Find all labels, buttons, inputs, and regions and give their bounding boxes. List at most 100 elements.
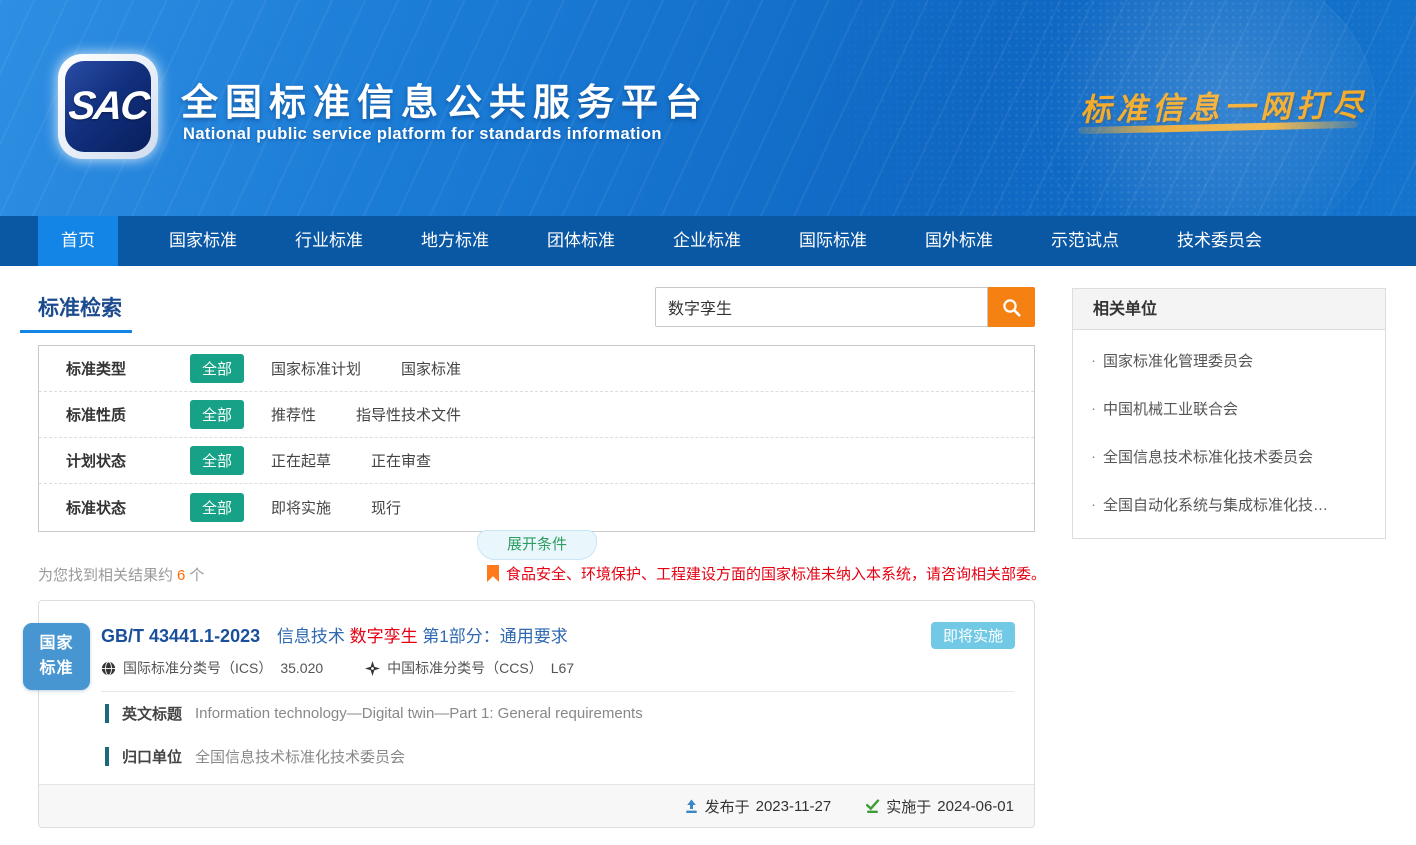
search-input[interactable]: [655, 287, 988, 327]
filter-label: 标准类型: [66, 358, 158, 379]
filter-option[interactable]: 正在起草: [271, 450, 331, 471]
search-icon: [1001, 297, 1022, 318]
english-title-label: 英文标题: [122, 703, 182, 724]
classification-row: 国际标准分类号（ICS） 35.020 中国标准分类号（CCS） L67: [101, 658, 616, 678]
filter-option[interactable]: 推荐性: [271, 404, 316, 425]
card-divider: [101, 691, 1014, 692]
filter-option[interactable]: 现行: [371, 497, 401, 518]
sac-logo[interactable]: SAC: [58, 54, 158, 159]
filter-row-standard-nature: 标准性质 全部 推荐性 指导性技术文件: [39, 392, 1034, 438]
nav-item-home[interactable]: 首页: [38, 216, 118, 266]
result-count: 6: [173, 567, 189, 584]
ics-group: 国际标准分类号（ICS） 35.020: [101, 658, 323, 678]
committee-label: 归口单位: [122, 746, 182, 767]
nav-item-enterprise-standards[interactable]: 企业标准: [644, 216, 770, 266]
filter-option[interactable]: 正在审查: [371, 450, 431, 471]
main-navbar: 首页 国家标准 行业标准 地方标准 团体标准 企业标准 国际标准 国外标准 示范…: [0, 216, 1416, 266]
filter-selected-badge[interactable]: 全部: [190, 446, 244, 475]
filter-label: 标准性质: [66, 404, 158, 425]
bookmark-icon: [487, 565, 499, 582]
filter-option[interactable]: 即将实施: [271, 497, 331, 518]
notice-text: 食品安全、环境保护、工程建设方面的国家标准未纳入本系统，请咨询相关部委。: [506, 563, 1046, 584]
field-accent-bar: [105, 747, 109, 766]
related-units-title: 相关单位: [1073, 289, 1385, 330]
implement-check-icon: [865, 799, 880, 814]
nav-item-technical-committee[interactable]: 技术委员会: [1148, 216, 1291, 266]
slogan-underline: [1078, 121, 1358, 134]
filter-panel: 标准类型 全部 国家标准计划 国家标准 标准性质 全部 推荐性 指导性技术文件 …: [38, 345, 1035, 532]
result-summary-prefix: 为您找到相关结果约: [38, 567, 173, 584]
standard-title-highlight: 数字孪生: [350, 627, 418, 646]
sidebar-item-it-standardization-committee[interactable]: · 全国信息技术标准化技术委员会: [1091, 432, 1367, 480]
search-button[interactable]: [988, 287, 1035, 327]
implemented-label: 实施于: [886, 796, 931, 817]
sidebar-item-machinery-federation[interactable]: · 中国机械工业联合会: [1091, 384, 1367, 432]
filter-option[interactable]: 国家标准: [401, 358, 461, 379]
filter-option[interactable]: 国家标准计划: [271, 358, 361, 379]
ccs-value: L67: [551, 660, 574, 676]
english-title-row: 英文标题 Information technology—Digital twin…: [105, 703, 643, 724]
related-units-panel: 相关单位 · 国家标准化管理委员会 · 中国机械工业联合会 · 全国信息技术标准化技术…: [1072, 288, 1386, 539]
badge-line2: 标准: [23, 657, 90, 682]
site-title: 全国标准信息公共服务平台: [181, 72, 709, 126]
published-label: 发布于: [705, 796, 750, 817]
filter-row-plan-status: 计划状态 全部 正在起草 正在审查: [39, 438, 1034, 484]
sidebar-item-sac[interactable]: · 国家标准化管理委员会: [1091, 336, 1367, 384]
status-badge: 即将实施: [931, 622, 1015, 649]
card-footer: 发布于 2023-11-27 实施于 2024-06-01: [39, 784, 1034, 827]
main-content: 标准检索 标准类型 全部 国家标准计划 国家标准 标准性质 全部 推荐性 指导性…: [0, 266, 1416, 845]
filter-selected-badge[interactable]: 全部: [190, 354, 244, 383]
nav-item-national-standards[interactable]: 国家标准: [140, 216, 266, 266]
national-standard-badge: 国家 标准: [23, 623, 90, 690]
nav-item-foreign-standards[interactable]: 国外标准: [896, 216, 1022, 266]
filter-selected-badge[interactable]: 全部: [190, 400, 244, 429]
english-title-value: Information technology—Digital twin—Part…: [195, 705, 643, 722]
page-title: 标准检索: [38, 292, 122, 322]
globe-icon: [101, 661, 116, 676]
sidebar-item-automation-systems-committee[interactable]: ·全国自动化系统与集成标准化技…: [1091, 480, 1367, 528]
header-slogan: 标准信息一网打尽: [1080, 79, 1369, 129]
sidebar-item-label: 国家标准化管理委员会: [1103, 350, 1253, 371]
nav-item-international-standards[interactable]: 国际标准: [770, 216, 896, 266]
result-summary-suffix: 个: [189, 567, 204, 584]
publish-upload-icon: [684, 799, 699, 814]
bullet-dot: ·: [1091, 496, 1096, 513]
site-subtitle: National public service platform for sta…: [183, 125, 662, 144]
bullet-dot: ·: [1091, 352, 1096, 369]
committee-row: 归口单位 全国信息技术标准化技术委员会: [105, 746, 405, 767]
filter-label: 计划状态: [66, 450, 158, 471]
filter-option[interactable]: 指导性技术文件: [356, 404, 461, 425]
committee-value: 全国信息技术标准化技术委员会: [195, 746, 405, 767]
title-underline: [20, 330, 132, 333]
result-card: 国家 标准 GB/T 43441.1-2023 信息技术 数字孪生 第1部分：通…: [38, 600, 1035, 828]
nav-item-industry-standards[interactable]: 行业标准: [266, 216, 392, 266]
implemented-date: 2024-06-01: [937, 798, 1014, 815]
system-notice: 食品安全、环境保护、工程建设方面的国家标准未纳入本系统，请咨询相关部委。: [487, 563, 1046, 584]
published-date: 2023-11-27: [756, 798, 832, 815]
published-date-group: 发布于 2023-11-27: [684, 796, 832, 817]
compass-icon: [365, 661, 380, 676]
standard-code: GB/T 43441.1-2023: [101, 626, 260, 646]
bullet-dot: ·: [1091, 400, 1096, 417]
ics-value: 35.020: [280, 660, 323, 676]
ccs-label: 中国标准分类号（CCS）: [387, 658, 543, 678]
world-map-decoration: [656, 0, 1416, 216]
nav-item-local-standards[interactable]: 地方标准: [392, 216, 518, 266]
badge-line1: 国家: [23, 632, 90, 657]
expand-conditions-button[interactable]: 展开条件: [477, 530, 597, 560]
bullet-dot: ·: [1091, 448, 1096, 465]
sac-logo-inner: SAC: [65, 61, 151, 152]
sidebar-item-label: 中国机械工业联合会: [1103, 398, 1238, 419]
nav-item-pilot[interactable]: 示范试点: [1022, 216, 1148, 266]
field-accent-bar: [105, 704, 109, 723]
sidebar-item-label: 全国信息技术标准化技术委员会: [1103, 446, 1313, 467]
sac-logo-text: SAC: [66, 84, 149, 129]
filter-row-standard-status: 标准状态 全部 即将实施 现行: [39, 484, 1034, 530]
nav-item-group-standards[interactable]: 团体标准: [518, 216, 644, 266]
filter-selected-badge[interactable]: 全部: [190, 493, 244, 522]
standard-title-link[interactable]: GB/T 43441.1-2023 信息技术 数字孪生 第1部分：通用要求: [101, 622, 568, 647]
filter-label: 标准状态: [66, 497, 158, 518]
related-units-list: · 国家标准化管理委员会 · 中国机械工业联合会 · 全国信息技术标准化技术委员会 ·…: [1073, 330, 1385, 538]
filter-row-standard-type: 标准类型 全部 国家标准计划 国家标准: [39, 346, 1034, 392]
ccs-group: 中国标准分类号（CCS） L67: [365, 658, 574, 678]
